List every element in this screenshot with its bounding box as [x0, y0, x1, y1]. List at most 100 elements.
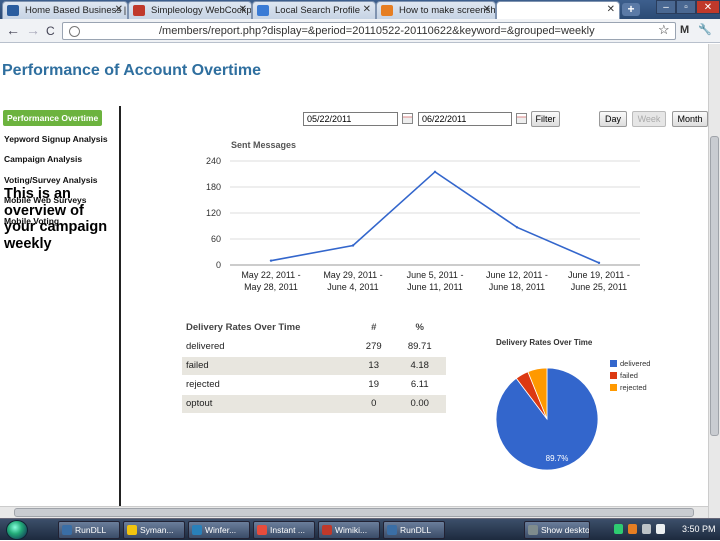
browser-tab-active[interactable]: ✕	[496, 1, 620, 19]
overview-text: This is an overview of your campaign wee…	[4, 186, 108, 252]
vertical-scrollbar[interactable]	[708, 44, 720, 518]
filter-button[interactable]: Filter	[531, 111, 560, 127]
sidebar-item-voting-survey[interactable]: Voting/Survey Analysis	[4, 175, 98, 185]
browser-tab-bar: Home Based Business | ✕ Simpleology WebC…	[0, 0, 720, 19]
sidebar-item-campaign-analysis[interactable]: Campaign Analysis	[4, 154, 82, 164]
data-point	[597, 261, 601, 265]
tab-favicon-icon	[501, 5, 513, 16]
table-row: optout 0 0.00	[182, 394, 446, 414]
start-button[interactable]	[6, 520, 28, 540]
y-tick-label: 0	[216, 260, 221, 270]
taskbar-item[interactable]: Wimiki...	[318, 521, 380, 539]
sidebar-item-performance-overtime[interactable]: Performance Overtime	[3, 110, 103, 126]
x-tick-label: May 29, 2011 -	[323, 270, 382, 280]
tab-close-icon[interactable]: ✕	[363, 4, 371, 15]
close-window-button[interactable]: ✕	[696, 0, 720, 14]
table-cell: optout	[182, 394, 354, 414]
browser-tab-1[interactable]: Home Based Business | ✕	[2, 1, 128, 19]
tab-close-icon[interactable]: ✕	[115, 4, 123, 15]
maximize-button[interactable]: ▫	[676, 0, 696, 14]
app-icon	[192, 525, 202, 535]
tab-close-icon[interactable]: ✕	[239, 4, 247, 15]
legend-swatch	[610, 360, 617, 367]
tray-icon[interactable]	[614, 524, 623, 534]
table-header-row: Delivery Rates Over Time # %	[182, 318, 446, 337]
x-tick-label: June 11, 2011	[407, 282, 463, 292]
wrench-icon[interactable]: 🔧	[698, 23, 712, 36]
taskbar-item[interactable]: Syman...	[123, 521, 185, 539]
x-tick-label: May 22, 2011 -	[241, 270, 300, 280]
scrollbar-thumb[interactable]	[14, 508, 694, 517]
sent-messages-line-chart: 0 60 120 180 240 May 22, 2011 - May 28, 2011 Ma…	[206, 156, 640, 292]
page-title: Performance of Account Overtime	[2, 62, 262, 79]
week-button[interactable]: Week	[632, 111, 666, 127]
table-row: rejected 19 6.11	[182, 375, 446, 395]
address-bar[interactable]: /members/report.php?display=&period=2011…	[62, 22, 676, 40]
column-header: #	[371, 322, 377, 333]
taskbar-item-label: RunDLL	[75, 525, 107, 535]
tab-favicon-icon	[7, 5, 19, 16]
network-icon[interactable]	[642, 524, 651, 534]
column-header: Delivery Rates Over Time	[186, 322, 301, 333]
legend-label: failed	[620, 371, 638, 380]
app-icon	[387, 525, 397, 535]
x-tick-label: June 19, 2011 -	[568, 270, 630, 280]
y-tick-label: 120	[206, 208, 221, 218]
tab-label: Simpleology WebCockp	[151, 5, 252, 16]
day-button[interactable]: Day	[599, 111, 627, 127]
minimize-button[interactable]: –	[656, 0, 676, 14]
volume-icon[interactable]	[656, 524, 665, 534]
mail-icon[interactable]: M	[680, 24, 689, 36]
legend-swatch	[610, 372, 617, 379]
app-icon	[127, 525, 137, 535]
browser-tab-2[interactable]: Simpleology WebCockp ✕	[128, 1, 252, 19]
x-tick-label: June 18, 2011	[489, 282, 545, 292]
browser-tab-4[interactable]: How to make screensho ✕	[376, 1, 496, 19]
sidebar-item-yepword-signup[interactable]: Yepword Signup Analysis	[4, 134, 108, 144]
tab-label: How to make screensho	[399, 5, 496, 16]
tab-close-icon[interactable]: ✕	[607, 4, 615, 15]
calendar-icon[interactable]	[516, 113, 527, 124]
new-tab-button[interactable]: +	[622, 3, 640, 16]
tab-favicon-icon	[133, 5, 145, 16]
taskbar-item[interactable]: RunDLL	[383, 521, 445, 539]
taskbar-clock[interactable]: 3:50 PM	[682, 524, 716, 534]
end-date-input[interactable]: 06/22/2011	[418, 112, 512, 126]
windows-taskbar: RunDLL Syman... Winfer... Instant ... Wi…	[0, 518, 720, 540]
taskbar-item[interactable]: RunDLL	[58, 521, 120, 539]
pie-slice-label: 89.7%	[546, 454, 569, 463]
page-icon	[69, 26, 80, 37]
forward-arrow-icon[interactable]: →	[26, 22, 40, 38]
star-icon[interactable]: ☆	[658, 22, 670, 38]
browser-tab-3[interactable]: Local Search Profile ✕	[252, 1, 376, 19]
legend-item-rejected: rejected	[610, 383, 647, 392]
data-point	[269, 259, 273, 262]
calendar-icon[interactable]	[402, 113, 413, 124]
table-row: delivered 279 89.71	[182, 337, 446, 357]
tray-icon[interactable]	[628, 524, 637, 534]
y-tick-label: 180	[206, 182, 221, 192]
table-cell: failed	[182, 356, 354, 376]
table-cell: 279	[354, 337, 394, 357]
address-url: /members/report.php?display=&period=2011…	[159, 25, 595, 37]
tab-close-icon[interactable]: ✕	[483, 4, 491, 15]
sent-messages-line	[270, 170, 600, 264]
horizontal-scrollbar[interactable]	[0, 506, 708, 518]
x-tick-label: June 25, 2011	[571, 282, 627, 292]
back-arrow-icon[interactable]: ←	[6, 22, 20, 38]
tab-label: Home Based Business |	[25, 5, 127, 16]
column-header: %	[415, 322, 424, 333]
taskbar-item[interactable]: Instant ...	[253, 521, 315, 539]
app-icon	[62, 525, 72, 535]
x-tick-label: May 28, 2011	[244, 282, 298, 292]
x-tick-label: June 5, 2011 -	[407, 270, 464, 280]
legend-label: rejected	[620, 383, 647, 392]
show-desktop-button[interactable]: Show desktop	[524, 521, 590, 539]
month-button[interactable]: Month	[672, 111, 708, 127]
start-date-input[interactable]: 05/22/2011	[303, 112, 398, 126]
table-cell: 0	[354, 394, 394, 414]
taskbar-item[interactable]: Winfer...	[188, 521, 250, 539]
sidebar: Performance Overtime Yepword Signup Anal…	[0, 106, 121, 518]
scrollbar-thumb[interactable]	[710, 136, 719, 436]
reload-icon[interactable]: C	[46, 24, 55, 38]
